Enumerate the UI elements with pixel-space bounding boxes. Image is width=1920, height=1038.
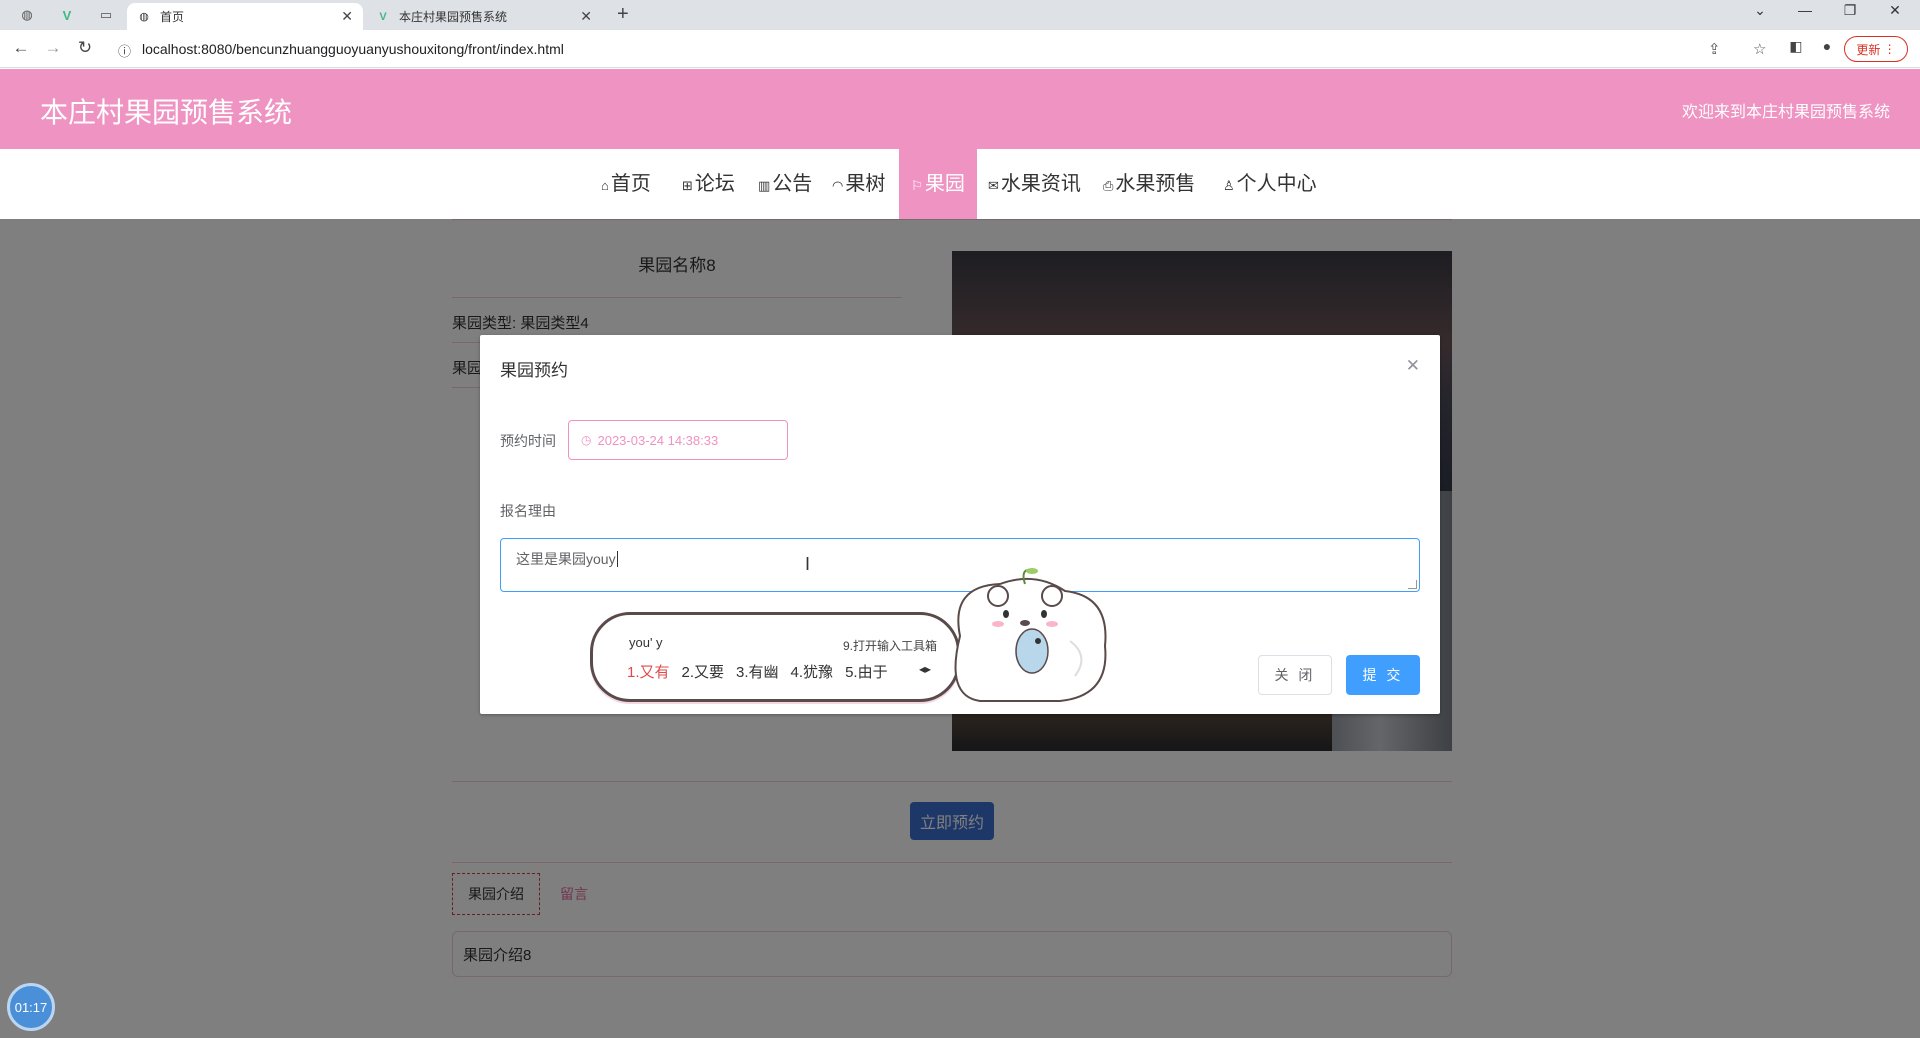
menu-item-personal-center[interactable]: ♙ 个人中心: [1215, 149, 1325, 219]
ime-toolbox-link[interactable]: 9.打开输入工具箱: [843, 637, 937, 654]
menu-item-forum[interactable]: ⊞ 论坛: [674, 149, 743, 219]
ibeam-cursor-icon: I: [805, 554, 811, 574]
menu-item-fruit-presale[interactable]: ⎙ 水果预售: [1095, 149, 1203, 219]
restore-icon[interactable]: ❐: [1830, 2, 1870, 19]
url-field[interactable]: ⓘ localhost:8080/bencunzhuangguoyuanyush…: [108, 34, 1842, 64]
submit-button[interactable]: 提 交: [1346, 655, 1420, 695]
home-icon: ⌂: [601, 178, 609, 193]
profile-icon[interactable]: ●: [1815, 38, 1839, 54]
forward-icon[interactable]: →: [41, 38, 65, 58]
bear-mascot-icon: [954, 568, 1107, 702]
address-bar: ← → ↻ ⓘ localhost:8080/bencunzhuangguoyu…: [0, 30, 1920, 68]
menu-label: 公告: [772, 173, 813, 195]
bookmark-star-icon[interactable]: ☆: [1753, 40, 1766, 58]
menu-item-notice[interactable]: ▥ 公告: [750, 149, 820, 219]
close-icon[interactable]: ✕: [580, 8, 592, 25]
close-icon[interactable]: ✕: [341, 8, 353, 25]
update-label: 更新: [1856, 42, 1881, 57]
time-label: 预约时间: [500, 433, 556, 449]
tree-icon: ◠: [832, 178, 844, 193]
ime-candidate[interactable]: 4.犹豫: [791, 664, 834, 681]
reason-text: 这里是果园youy: [516, 551, 616, 567]
time-value: 2023-03-24 14:38:33: [597, 432, 719, 448]
main-menu: ⌂ 首页 ⊞ 论坛 ▥ 公告 ◠ 果树 ⚐ 果园 ✉ 水果资讯 ⎙ 水果预售 ♙ 个人中心: [0, 149, 1920, 219]
globe-icon: ◍: [139, 11, 149, 23]
close-window-icon[interactable]: ✕: [1875, 2, 1915, 19]
share-icon[interactable]: ⇪: [1708, 40, 1721, 58]
menu-item-home[interactable]: ⌂ 首页: [593, 149, 659, 219]
ime-candidate[interactable]: 1.又有: [627, 664, 670, 681]
chevron-down-icon[interactable]: ⌄: [1740, 2, 1780, 19]
site-header: 本庄村果园预售系统 欢迎来到本庄村果园预售系统: [0, 69, 1920, 149]
globe-icon[interactable]: ◍: [16, 5, 38, 25]
ime-candidate[interactable]: 3.有幽: [736, 664, 779, 681]
menu-item-orchard[interactable]: ⚐ 果园: [899, 149, 977, 219]
notice-icon: ▥: [758, 178, 771, 193]
ime-candidate[interactable]: 5.由于: [845, 664, 888, 681]
side-panel-icon[interactable]: ◧: [1784, 38, 1808, 55]
minimize-icon[interactable]: —: [1785, 2, 1825, 18]
menu-item-trees[interactable]: ◠ 果树: [824, 149, 893, 219]
menu-label: 水果预售: [1115, 173, 1196, 195]
new-tab-icon[interactable]: +: [617, 3, 629, 26]
menu-label: 首页: [610, 173, 651, 195]
update-button[interactable]: 更新 ⋮: [1844, 36, 1908, 62]
welcome-text: 欢迎来到本庄村果园预售系统: [1681, 104, 1890, 121]
menu-label: 水果资讯: [1000, 173, 1081, 195]
url-text[interactable]: localhost:8080/bencunzhuangguoyuanyushou…: [142, 41, 564, 57]
more-icon: ⋮: [1883, 42, 1896, 56]
vue-icon: V: [379, 10, 387, 23]
browser-tab-home[interactable]: ◍ 首页 ✕: [127, 3, 363, 30]
print-icon: ⎙: [1103, 178, 1114, 193]
menu-label: 个人中心: [1236, 173, 1317, 195]
tab-title: 首页: [160, 10, 185, 24]
user-icon: ♙: [1223, 178, 1235, 193]
clock-icon: ◷: [581, 433, 592, 447]
flag-icon: ⚐: [911, 178, 923, 193]
ime-composition: you' y: [629, 635, 663, 650]
info-icon[interactable]: ⓘ: [118, 41, 131, 60]
close-button[interactable]: 关 闭: [1258, 655, 1332, 695]
menu-label: 果树: [845, 173, 886, 195]
back-icon[interactable]: ←: [9, 38, 33, 58]
dialog-title: 果园预约: [500, 361, 568, 380]
reservation-time-picker[interactable]: ◷ 2023-03-24 14:38:33: [568, 420, 788, 460]
menu-label: 论坛: [694, 173, 735, 195]
site-title: 本庄村果园预售系统: [40, 97, 293, 128]
ime-candidate-window: you' y 9.打开输入工具箱 1.又有 2.又要 3.有幽 4.犹豫 5.由于 ◂▸: [590, 612, 960, 702]
ime-candidates: 1.又有 2.又要 3.有幽 4.犹豫 5.由于: [627, 661, 900, 682]
reason-label: 报名理由: [500, 503, 556, 519]
text-caret: [616, 551, 618, 567]
forum-icon: ⊞: [682, 178, 693, 193]
close-icon[interactable]: ✕: [1406, 356, 1420, 376]
reload-icon[interactable]: ↻: [73, 38, 97, 58]
browser-tab-system[interactable]: V 本庄村果园预售系统 ✕: [366, 3, 602, 30]
page-arrows-icon[interactable]: ◂▸: [919, 662, 931, 676]
tab-title: 本庄村果园预售系统: [399, 10, 508, 24]
menu-label: 果园: [924, 173, 965, 195]
mail-icon: ✉: [988, 178, 999, 193]
vue-icon[interactable]: V: [56, 5, 78, 25]
browser-tab-bar: ◍ V ▭ ◍ 首页 ✕ V 本庄村果园预售系统 ✕ + ⌄ — ❐ ✕: [0, 0, 1920, 30]
blank-tab-icon[interactable]: ▭: [95, 5, 117, 25]
timer-badge[interactable]: 01:17: [7, 983, 55, 1031]
menu-item-fruit-news[interactable]: ✉ 水果资讯: [980, 149, 1089, 219]
ime-candidate[interactable]: 2.又要: [682, 664, 725, 681]
